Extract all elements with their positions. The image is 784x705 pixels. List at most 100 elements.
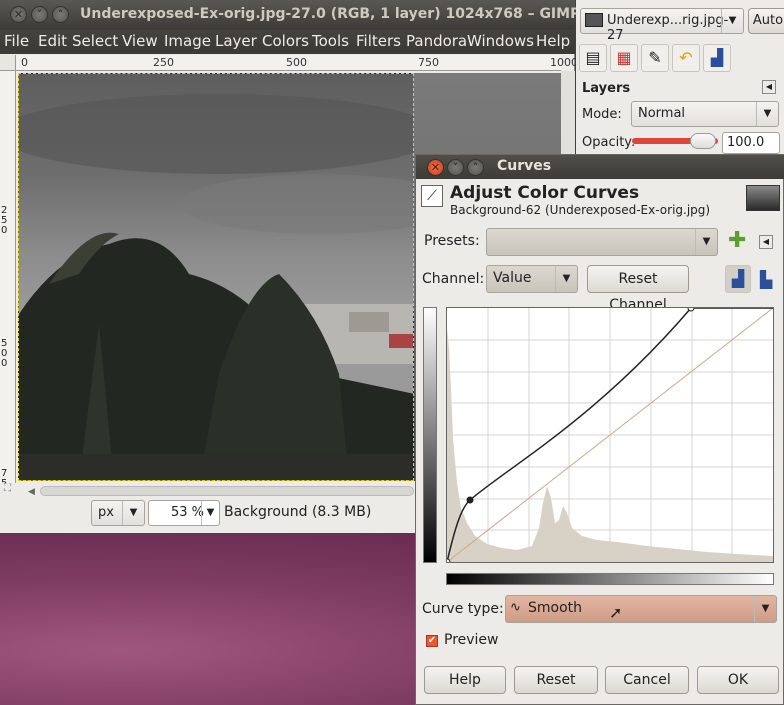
ok-button[interactable]: OK bbox=[697, 666, 779, 694]
layer-mode-value: Normal bbox=[638, 106, 686, 121]
chevron-down-icon: ▼ bbox=[122, 501, 144, 525]
opacity-slider-handle[interactable] bbox=[690, 133, 716, 149]
horizontal-scrollbar[interactable] bbox=[40, 486, 414, 496]
control-point[interactable] bbox=[466, 496, 474, 504]
menu-file[interactable]: File bbox=[4, 32, 29, 50]
menu-bar: File Edit Select View Image Layer Colors… bbox=[0, 30, 575, 54]
menu-windows[interactable]: Windows bbox=[467, 32, 534, 50]
opacity-value: 100.0 bbox=[727, 135, 765, 150]
ruler-tick-label: 500 bbox=[1, 338, 8, 369]
minimize-window-button[interactable]: ˅ bbox=[31, 6, 48, 23]
chevron-down-icon: ▼ bbox=[201, 501, 219, 525]
menu-select[interactable]: Select bbox=[72, 32, 118, 50]
layers-title: Layers bbox=[582, 81, 631, 96]
chevron-down-icon: ▼ bbox=[721, 9, 743, 33]
menu-image[interactable]: Image bbox=[164, 32, 211, 50]
opacity-input[interactable]: 100.0 bbox=[722, 132, 780, 154]
curves-tool-icon: ⟋ bbox=[421, 185, 443, 207]
ruler-tick-label: 0 bbox=[21, 56, 28, 69]
paths-tab-icon[interactable]: ✎ bbox=[641, 44, 669, 72]
dialog-title: Curves bbox=[497, 158, 552, 174]
menu-help[interactable]: Help bbox=[536, 32, 570, 50]
channels-tab-icon[interactable]: ▦ bbox=[610, 44, 638, 72]
ruler-tick-label: 500 bbox=[286, 56, 307, 69]
curves-title-bar: ✕ ˅ ˄ Curves bbox=[416, 155, 784, 179]
dialog-heading: Adjust Color Curves bbox=[450, 183, 640, 203]
mode-label: Mode: bbox=[582, 107, 622, 122]
layer-mode-selector[interactable]: Normal ▼ bbox=[631, 101, 779, 127]
add-preset-icon[interactable]: ✚ bbox=[728, 229, 746, 253]
reset-button[interactable]: Reset bbox=[514, 666, 598, 694]
chevron-down-icon: ▼ bbox=[555, 266, 577, 292]
auto-button[interactable]: Auto bbox=[748, 8, 784, 34]
preview-checkbox[interactable]: ✔ bbox=[426, 635, 438, 647]
image-selector[interactable]: Underexp...rig.jpg-27 ▼ bbox=[580, 8, 744, 43]
opacity-label: Opacity: bbox=[582, 135, 636, 150]
curve-type-label: Curve type: bbox=[422, 601, 504, 617]
maximize-window-button[interactable]: ˄ bbox=[52, 6, 69, 23]
close-dialog-button[interactable]: ✕ bbox=[427, 159, 444, 176]
curves-dialog: ✕ ˅ ˄ Curves ⟋ Adjust Color Curves Backg… bbox=[415, 154, 784, 705]
window-title: Underexposed-Ex-orig.jpg-27.0 (RGB, 1 la… bbox=[80, 6, 581, 22]
layers-tab-icon[interactable]: ▤ bbox=[579, 44, 607, 72]
help-button[interactable]: Help bbox=[424, 666, 506, 694]
ruler-tick-label: 250 bbox=[1, 205, 8, 236]
preset-menu-icon[interactable]: ◀ bbox=[759, 235, 773, 249]
quick-mask-toggle[interactable]: ⛶ bbox=[4, 483, 11, 494]
horizontal-ruler[interactable]: 0 250 500 750 1000 bbox=[16, 55, 578, 71]
preview-label: Preview bbox=[444, 632, 499, 648]
cancel-button[interactable]: Cancel bbox=[605, 666, 689, 694]
horizontal-value-bar bbox=[446, 573, 774, 585]
channel-selector[interactable]: Value ▼ bbox=[486, 265, 578, 293]
menu-pandora[interactable]: Pandora bbox=[406, 32, 467, 50]
vertical-value-bar bbox=[423, 307, 437, 563]
scroll-left-icon[interactable]: ◀ bbox=[28, 487, 35, 497]
curve-type-value: Smooth bbox=[528, 600, 583, 616]
ruler-corner-button[interactable] bbox=[0, 55, 16, 71]
maximize-dialog-button[interactable]: ˄ bbox=[467, 159, 484, 176]
channel-value: Value bbox=[493, 270, 532, 286]
zoom-value: 53 % bbox=[171, 505, 205, 520]
undo-history-tab-icon[interactable]: ↶ bbox=[672, 44, 700, 72]
unit-value: px bbox=[98, 505, 114, 520]
log-histogram-icon[interactable]: ▙ bbox=[754, 267, 778, 291]
ruler-tick-label: 750 bbox=[418, 56, 439, 69]
reset-channel-button[interactable]: Reset Channel bbox=[587, 265, 689, 313]
menu-layer[interactable]: Layer bbox=[215, 32, 257, 50]
ruler-tick-label: 1000 bbox=[550, 56, 578, 69]
mouse-cursor-icon: ➚ bbox=[609, 603, 623, 622]
ruler-tick-label: 250 bbox=[153, 56, 174, 69]
close-window-button[interactable]: ✕ bbox=[10, 6, 27, 23]
chevron-down-icon: ▼ bbox=[756, 102, 778, 126]
menu-filters[interactable]: Filters bbox=[356, 32, 401, 50]
menu-edit[interactable]: Edit bbox=[38, 32, 67, 50]
linear-histogram-icon[interactable]: ▟ bbox=[725, 265, 751, 293]
image-thumbnail-icon bbox=[585, 13, 603, 27]
photo-content bbox=[19, 74, 413, 480]
presets-label: Presets: bbox=[424, 233, 480, 249]
channel-label: Channel: bbox=[422, 271, 485, 287]
curve-type-selector[interactable]: ∿ Smooth ▼ bbox=[505, 595, 777, 623]
layers-dock: Underexp...rig.jpg-27 ▼ Auto ▤ ▦ ✎ ↶ ▟ L… bbox=[576, 0, 784, 160]
control-point[interactable] bbox=[687, 304, 695, 312]
zoom-selector[interactable]: 53 % ▼ bbox=[148, 500, 220, 526]
unit-selector[interactable]: px ▼ bbox=[91, 500, 145, 526]
title-bar: ✕ ˅ ˄ Underexposed-Ex-orig.jpg-27.0 (RGB… bbox=[0, 0, 580, 30]
configure-tab-icon[interactable]: ◀ bbox=[762, 80, 776, 94]
menu-tools[interactable]: Tools bbox=[312, 32, 349, 50]
minimize-dialog-button[interactable]: ˅ bbox=[447, 159, 464, 176]
dialog-subheading: Background-62 (Underexposed-Ex-orig.jpg) bbox=[450, 203, 711, 217]
vertical-ruler[interactable]: 250 500 750 bbox=[0, 71, 16, 499]
menu-view[interactable]: View bbox=[122, 32, 158, 50]
chevron-down-icon: ▼ bbox=[695, 229, 717, 255]
image-canvas[interactable] bbox=[18, 73, 414, 481]
curve-graph[interactable] bbox=[443, 304, 774, 566]
curve-editor[interactable] bbox=[443, 304, 774, 566]
chevron-down-icon: ▼ bbox=[754, 596, 776, 622]
histogram-tab-icon[interactable]: ▟ bbox=[703, 44, 731, 72]
layer-info: Background (8.3 MB) bbox=[224, 504, 372, 520]
presets-selector[interactable]: ▼ bbox=[486, 228, 718, 256]
image-thumbnail bbox=[746, 185, 780, 211]
menu-colors[interactable]: Colors bbox=[262, 32, 309, 50]
smooth-curve-icon: ∿ bbox=[510, 600, 521, 615]
